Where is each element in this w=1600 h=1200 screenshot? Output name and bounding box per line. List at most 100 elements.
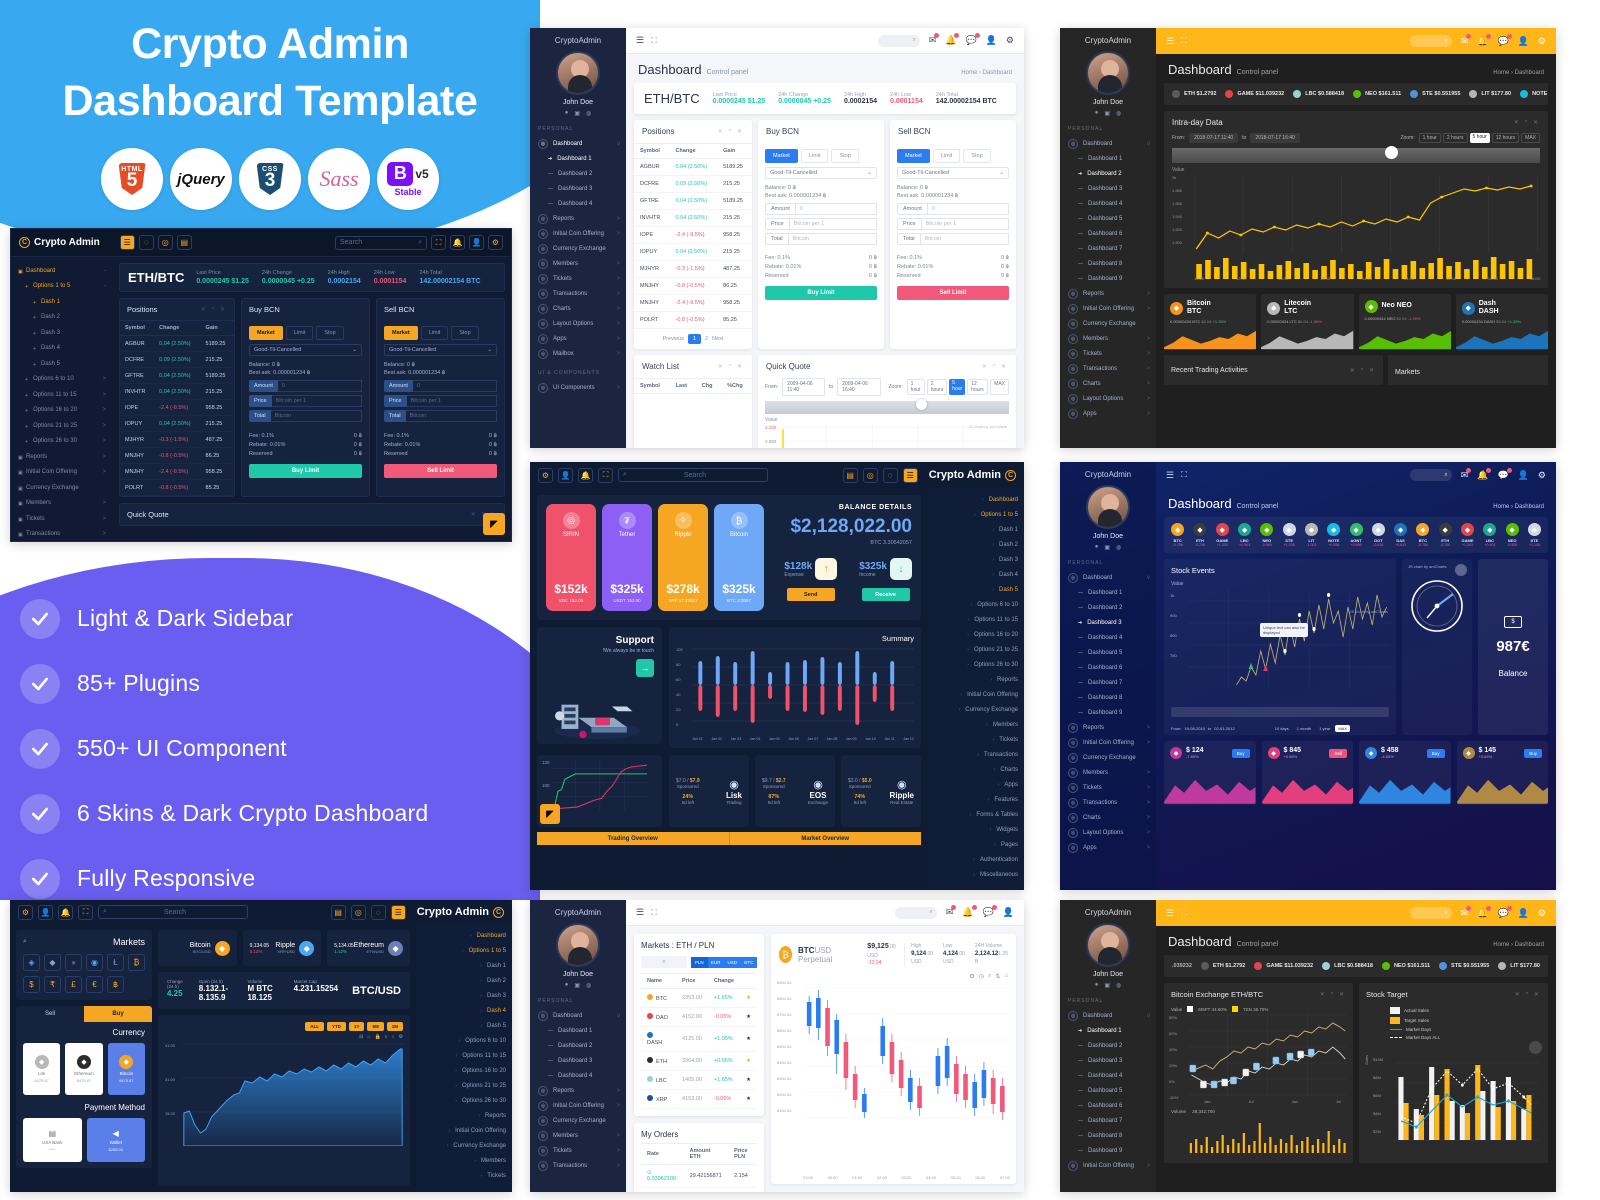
card-tools[interactable]: ✕ ^ ✕ <box>718 128 744 135</box>
sidebar-item-tickets[interactable]: ◎ Tickets > <box>530 1143 626 1158</box>
page-1[interactable]: 1 <box>687 334 702 344</box>
coin-strip-item[interactable]: ◆ LBC +0.903 <box>1235 523 1254 547</box>
gear-icon[interactable]: ⚙ <box>488 235 503 250</box>
zoom-option-10-days[interactable]: 10 days <box>1272 725 1292 732</box>
buy-order-type-tabs[interactable]: Market Limit Stop <box>758 143 884 167</box>
sidebar-item-apps[interactable]: ◎ Apps > <box>530 331 626 346</box>
search-input[interactable]: ⌕ <box>1409 907 1452 919</box>
sell-order-type-tabs[interactable]: Market Limit Stop <box>890 143 1016 167</box>
cell-favorite[interactable]: ★ <box>740 1070 757 1090</box>
avatar-icon[interactable]: 👤 <box>1518 908 1529 919</box>
sidebar-item-initial-coin-offering[interactable]: ◎ Initial Coin Offering > <box>530 1098 626 1113</box>
currency-option[interactable]: ◆ Ethereum 8475.87 <box>65 1043 103 1095</box>
avatar-icon[interactable]: 👤 <box>1518 470 1529 481</box>
currency-usd[interactable]: $ <box>23 976 40 993</box>
coin-icon-ltc[interactable]: Ł <box>107 954 124 971</box>
expand-icon[interactable]: ⛶ <box>1181 908 1187 918</box>
chevron-icon[interactable]: › <box>990 677 992 683</box>
card-tools[interactable]: ✕ ^ ✕ <box>1514 119 1540 126</box>
sidebar-item-initial-coin-offering[interactable]: › Initial Coin Offering <box>416 1123 512 1138</box>
quick-quote-controls[interactable]: From: 2009-04-06 11:40 to 2009-04-06 16:… <box>758 378 1016 401</box>
sponsored-card[interactable]: $7.0 / $7.9 Sponsored 24% 5d left ◉ Lisk Tradi… <box>669 755 749 827</box>
sidebar-item-reports[interactable]: › Reports <box>928 672 1024 687</box>
range-1m[interactable]: 1M <box>386 1022 403 1031</box>
chevron-icon[interactable]: > <box>102 376 106 382</box>
bell-icon[interactable]: 🔔 <box>1477 33 1492 47</box>
chevron-icon[interactable]: - <box>104 268 106 274</box>
sidebar-item-dash-2[interactable]: › Dash 2 <box>416 973 512 988</box>
card-tools[interactable]: ✕ ^ ✕ <box>1350 367 1376 374</box>
chat-icon[interactable]: 💬 <box>983 905 997 918</box>
mini-coin-card[interactable]: ◆ $ 145 +5.65% Buy <box>1456 741 1548 805</box>
expand-icon[interactable]: ⛶ <box>1181 36 1187 46</box>
sidebar-item-dash-3[interactable]: + Dash 3 <box>15 325 109 341</box>
chevron-icon[interactable]: › <box>992 527 994 533</box>
from-input[interactable]: 2009-04-06 11:40 <box>782 378 826 396</box>
sidebar-item-dashboard[interactable]: ◎ Dashboard v <box>1060 1008 1156 1023</box>
chevron-icon[interactable]: › <box>455 1098 457 1104</box>
sidebar-item-dashboard-1[interactable]: ➔ Dashboard 1 <box>530 151 626 166</box>
range-scrollbar[interactable] <box>765 399 1009 414</box>
zoom-option-5-hour[interactable]: 5 hour <box>949 379 966 395</box>
chevron-icon[interactable]: > <box>1146 725 1150 731</box>
from-value[interactable]: 19-08-2010 <box>1184 726 1204 731</box>
chevron-icon[interactable]: › <box>960 692 962 698</box>
currency-btc[interactable]: ฿ <box>107 976 124 993</box>
breadcrumb[interactable]: Home › Dashboard <box>1493 70 1544 76</box>
menu-icon[interactable]: ☰ <box>902 467 918 483</box>
bell-icon[interactable]: 🔔 <box>945 33 960 46</box>
chat-icon[interactable]: 💬 <box>965 33 980 46</box>
chart-tools[interactable]: ⊟ ⌂ 🔒 ⌕ ○ ⚙ <box>165 1034 403 1040</box>
buy-price-field[interactable]: Price Bitcoin per 1 <box>249 395 362 407</box>
chat-icon[interactable]: ◌ <box>370 904 386 920</box>
tab-market[interactable]: Market <box>765 149 798 163</box>
page-prev[interactable]: Previous <box>663 336 684 342</box>
sidebar-item-currency-exchange[interactable]: › Currency Exchange <box>928 702 1024 717</box>
ticker-card[interactable]: 5,134.05 1.12% Ethereum ETH/USD ◆ <box>327 930 410 966</box>
chevron-icon[interactable]: > <box>1146 291 1150 297</box>
zoom-option-12-hours[interactable]: 12 hours <box>967 379 989 395</box>
sidebar-item-transactions[interactable]: ▣ Transactions > <box>15 527 109 542</box>
chevron-icon[interactable]: › <box>971 602 973 608</box>
chevron-icon[interactable]: › <box>994 842 996 848</box>
sidebar-item-dashboard-1[interactable]: ➔ Dashboard 1 <box>1060 1023 1156 1038</box>
zoom-option-2-hours[interactable]: 2 hours <box>926 379 948 395</box>
mail-icon[interactable]: ✉ <box>946 905 957 918</box>
sidebar-item-dash-5[interactable]: › Dash 5 <box>928 582 1024 597</box>
chevron-icon[interactable]: > <box>102 392 106 398</box>
screenshot-dark-amber[interactable]: CryptoAdmin John Doe ● ▣ ◍ PERSONAL ◎ Dashb… <box>1060 28 1556 448</box>
chevron-icon[interactable]: > <box>1146 740 1150 746</box>
chevron-icon[interactable]: > <box>616 351 620 357</box>
sidebar-item-currency-exchange[interactable]: ◎ Currency Exchange <box>1060 750 1156 765</box>
currency-tab-usd[interactable]: USD <box>724 956 741 968</box>
range-buttons[interactable]: ALL YTD 1Y 6M 1M <box>165 1022 403 1031</box>
sidebar[interactable]: ▣ Dashboard - + Options 1 to 5- + Dash 1 + Dash … <box>11 257 113 542</box>
pagination[interactable]: Previous 1 2 Next <box>634 329 752 349</box>
chevron-icon[interactable]: > <box>102 407 106 413</box>
sidebar-item-options-16-to-20[interactable]: › Options 16 to 20 <box>928 627 1024 642</box>
chevron-icon[interactable]: > <box>616 1103 620 1109</box>
page-next[interactable]: Next <box>712 336 723 342</box>
sidebar-item-initial-coin-offering[interactable]: ▣ Initial Coin Offering > <box>15 465 109 481</box>
tab-market[interactable]: Market <box>384 326 418 340</box>
avatar[interactable] <box>1086 923 1130 967</box>
sidebar-item-dash-2[interactable]: + Dash 2 <box>15 310 109 326</box>
sidebar-item-options-26-to-30[interactable]: › Options 26 to 30 <box>928 657 1024 672</box>
range-handle[interactable] <box>916 399 928 410</box>
sidebar-item-members[interactable]: ◎ Members > <box>530 1128 626 1143</box>
chevron-icon[interactable]: › <box>474 1158 476 1164</box>
chevron-icon[interactable]: > <box>102 500 106 506</box>
chevron-icon[interactable]: v <box>1147 1013 1150 1019</box>
screenshot-candlestick-light[interactable]: CryptoAdmin John Doe ● ▣ ◍ PERSONAL ◎ Dashb… <box>530 900 1024 1192</box>
chevron-icon[interactable]: > <box>1146 396 1150 402</box>
chevron-icon[interactable]: › <box>459 1038 461 1044</box>
range-scrollbar[interactable] <box>1171 707 1389 717</box>
sidebar-item-members[interactable]: ◎ Members > <box>1060 765 1156 780</box>
chevron-icon[interactable]: › <box>973 872 975 878</box>
chevron-icon[interactable]: > <box>616 291 620 297</box>
sidebar-item-dash-4[interactable]: › Dash 4 <box>416 1003 512 1018</box>
chevron-icon[interactable]: > <box>616 231 620 237</box>
chevron-icon[interactable]: › <box>480 1008 482 1014</box>
coin-card[interactable]: ◆ Dash DASH 0.00000434 DASH $0.04 +1.35% <box>1455 294 1548 350</box>
search-icon[interactable]: ⌕ <box>23 938 27 946</box>
